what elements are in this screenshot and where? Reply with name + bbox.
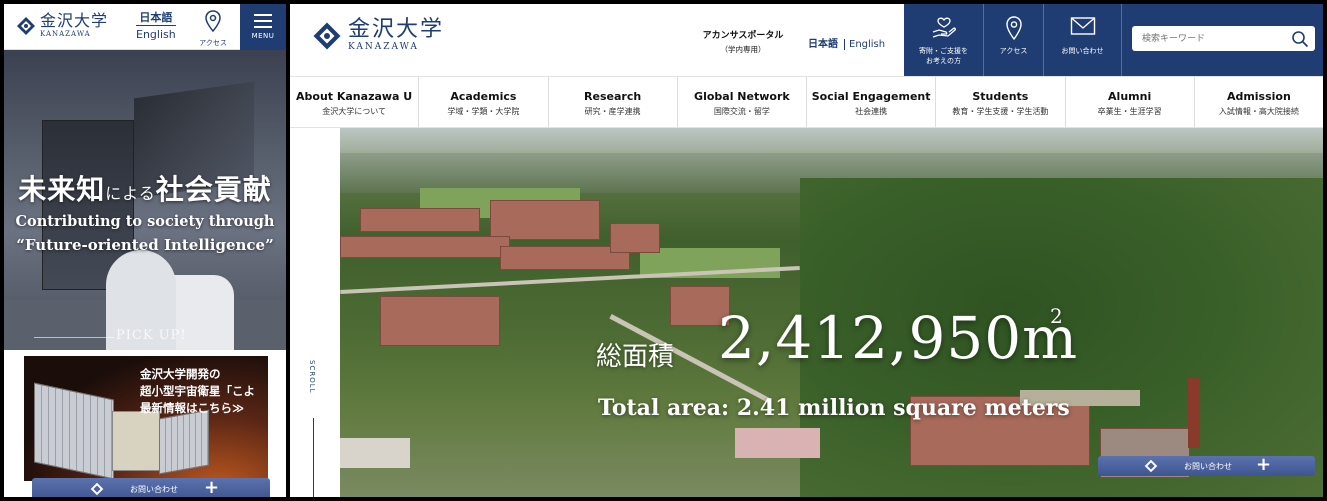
desktop-header: 金沢大学 KANAZAWA アカンサスポータル （学内専用） 日本語 Englis…	[290, 4, 1323, 76]
map-pin-icon	[205, 10, 221, 33]
contact-label: お問い合わせ	[130, 485, 178, 494]
lang-japanese[interactable]: 日本語	[808, 39, 845, 50]
donation-label-1: 寄附・ご支援を	[919, 47, 968, 55]
scroll-line	[313, 418, 314, 497]
banner-line-1: 金沢大学開発の	[140, 367, 221, 381]
nav-about[interactable]: About Kanazawa U 金沢大学について	[290, 77, 420, 127]
donation-button[interactable]: 寄附・ご支援を お考えの方	[904, 4, 984, 76]
desktop-view: 金沢大学 KANAZAWA アカンサスポータル （学内専用） 日本語 Englis…	[290, 4, 1323, 497]
plus-icon: +	[1256, 454, 1272, 475]
portal-title: アカンサスポータル	[702, 31, 784, 41]
logo-name-jp: 金沢大学	[40, 11, 109, 30]
contact-tab[interactable]: お問い合わせ +	[1098, 454, 1315, 476]
mobile-header: 金沢大学 KANAZAWA 日本語 English アクセス MENU	[4, 4, 286, 50]
crest-icon	[1144, 459, 1158, 473]
mobile-view: 金沢大学 KANAZAWA 日本語 English アクセス MENU 未来知に…	[4, 4, 286, 497]
nav-alumni[interactable]: Alumni 卒業生・生涯学習	[1066, 77, 1195, 127]
total-area-label-en: Total area: 2.41 million square meters	[598, 395, 1070, 421]
lang-japanese[interactable]: 日本語	[136, 11, 176, 26]
nav-academics[interactable]: Academics 学域・学類・大学院	[419, 77, 549, 127]
pickup-heading: PICK UP!	[116, 328, 187, 343]
portal-sub: （学内専用）	[720, 45, 766, 54]
hero-tagline-jp: 未来知による社会貢献	[18, 173, 272, 206]
nav-research[interactable]: Research 研究・産学連携	[549, 77, 678, 127]
banner-line-3: 最新情報はこちら≫	[140, 401, 245, 415]
hero-tagline-en-1: Contributing to society through	[15, 213, 275, 230]
donation-hand-heart-icon	[932, 17, 956, 38]
mobile-hero: 未来知による社会貢献 Contributing to society throu…	[4, 50, 286, 350]
satellite-banner[interactable]: 金沢大学開発の 超小型宇宙衛星「こよ 最新情報はこちら≫	[24, 356, 268, 481]
contact-label: お問い合わせ	[1184, 462, 1232, 471]
plus-icon: +	[204, 477, 220, 497]
nav-global-network[interactable]: Global Network 国際交流・留学	[678, 77, 807, 127]
contact-button[interactable]: お問い合わせ	[1044, 4, 1122, 76]
hamburger-icon	[254, 14, 272, 28]
total-area-value: 2,412,950m	[718, 304, 1079, 372]
access-button[interactable]: アクセス	[984, 4, 1044, 76]
utility-bar: 寄附・ご支援を お考えの方 アクセス お問い合わせ 検索キーワード	[904, 4, 1323, 76]
scroll-label: SCROLL	[308, 360, 316, 394]
crest-icon	[17, 16, 35, 35]
global-nav: About Kanazawa U 金沢大学について Academics 学域・学…	[290, 76, 1323, 128]
logo-name-jp: 金沢大学	[348, 17, 445, 42]
nav-admission[interactable]: Admission 入試情報・高大院接続	[1195, 77, 1323, 127]
envelope-icon	[1070, 17, 1095, 35]
menu-label: MENU	[251, 32, 275, 40]
contact-tab[interactable]: お問い合わせ +	[32, 477, 270, 497]
hero-tagline-en-2: “Future-oriented Intelligence”	[16, 236, 274, 254]
search-icon[interactable]	[1291, 30, 1309, 48]
scroll-indicator[interactable]: SCROLL	[290, 128, 340, 497]
contact-label: お問い合わせ	[1061, 47, 1104, 55]
map-pin-icon	[1005, 16, 1022, 40]
search-box	[1132, 26, 1315, 51]
university-logo[interactable]: 金沢大学 KANAZAWA	[16, 12, 108, 39]
access-label: アクセス	[199, 39, 227, 47]
search-input[interactable]	[1142, 31, 1282, 46]
total-area-label-jp: 総面積	[596, 342, 675, 372]
crest-icon	[90, 482, 104, 496]
acanthus-portal-link[interactable]: アカンサスポータル （学内専用）	[698, 28, 788, 55]
menu-button[interactable]: MENU	[240, 4, 286, 50]
banner-line-2: 超小型宇宙衛星「こよ	[140, 384, 255, 398]
lang-english[interactable]: English	[845, 39, 885, 50]
access-button[interactable]: アクセス	[198, 10, 228, 48]
nav-social-engagement[interactable]: Social Engagement 社会連携	[807, 77, 937, 127]
logo-name-en: KANAZAWA	[40, 30, 91, 38]
university-logo[interactable]: 金沢大学 KANAZAWA	[312, 18, 444, 53]
language-switcher: 日本語 English	[808, 35, 885, 50]
nav-students[interactable]: Students 教育・学生支援・学生活動	[936, 77, 1066, 127]
lang-english[interactable]: English	[136, 26, 176, 44]
donation-label-2: お考えの方	[926, 57, 961, 65]
crest-icon	[313, 22, 341, 49]
language-switcher: 日本語 English	[136, 11, 176, 44]
total-area-unit-sup: 2	[1050, 304, 1063, 328]
logo-name-en: KANAZAWA	[348, 42, 419, 52]
access-label: アクセス	[999, 47, 1028, 55]
campus-hero: 総面積 2,412,950m 2 Total area: 2.41 millio…	[340, 128, 1323, 497]
